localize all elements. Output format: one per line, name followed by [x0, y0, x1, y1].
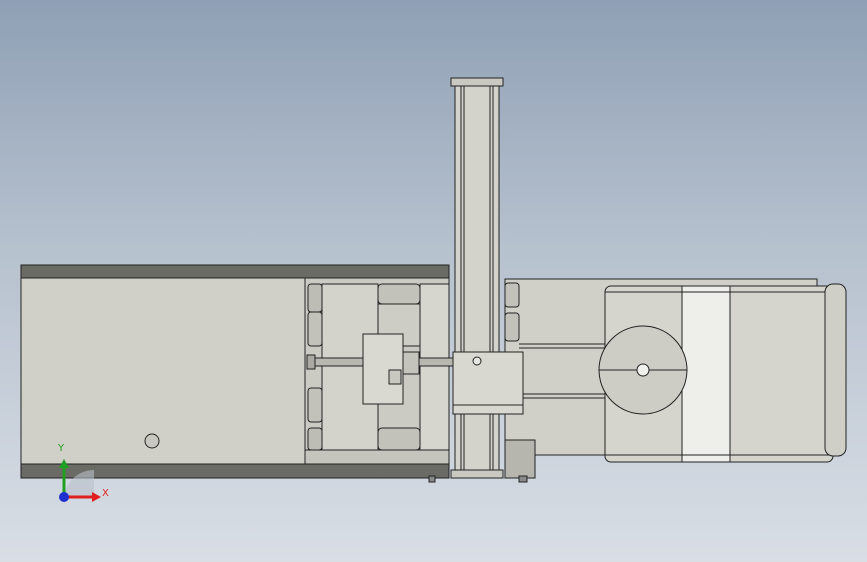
cad-model-top-view[interactable]: [0, 0, 867, 562]
roller: [307, 311, 323, 347]
x-axis-label: X: [102, 488, 109, 499]
rotary-head[interactable]: [598, 283, 847, 463]
y-axis-label: Y: [58, 443, 65, 454]
mounting-hole: [144, 433, 160, 449]
carriage-assembly[interactable]: [304, 277, 456, 451]
highlight-band: [681, 285, 731, 463]
z-axis-dot: [59, 492, 69, 502]
roller: [377, 427, 421, 451]
motor-block[interactable]: [362, 333, 404, 405]
roller: [307, 427, 323, 451]
x-axis-arrowhead: [92, 492, 101, 502]
disc-center-hole: [636, 363, 650, 377]
roller: [377, 283, 421, 305]
roller: [307, 283, 323, 313]
graphics-viewport[interactable]: X Y: [0, 0, 867, 562]
roller: [307, 387, 323, 423]
